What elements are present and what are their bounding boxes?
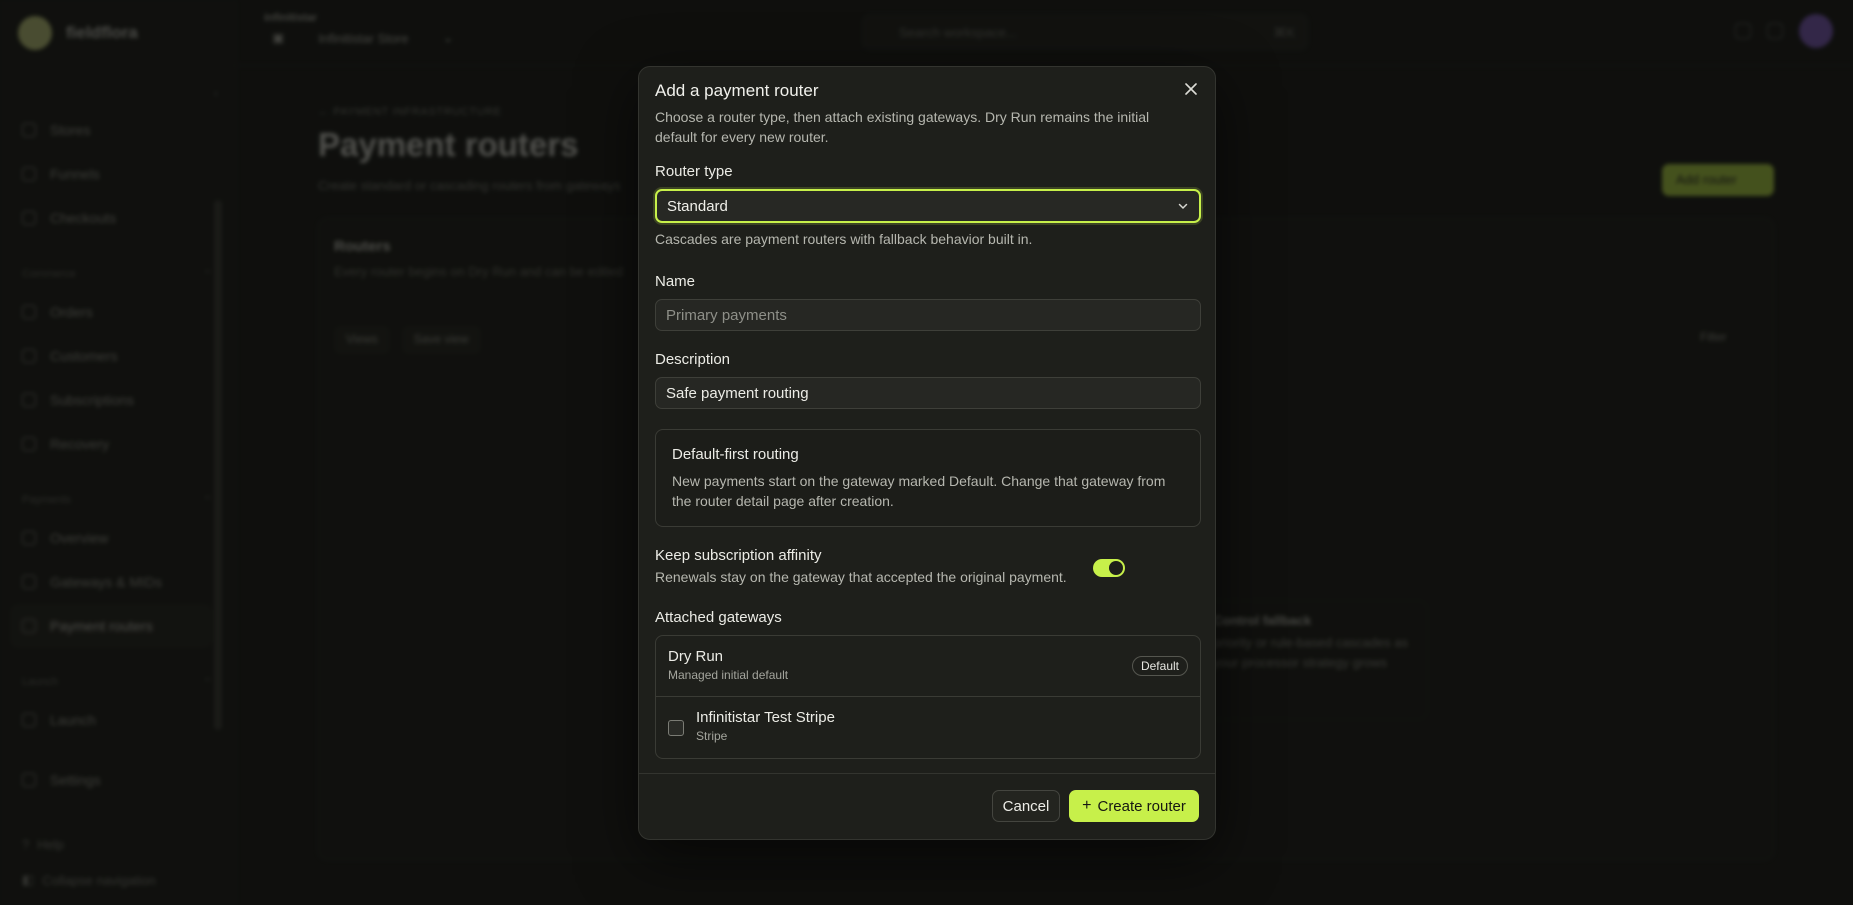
router-type-select[interactable]: Standard: [655, 189, 1201, 223]
toggle-knob: [1109, 561, 1123, 575]
info-title: Default-first routing: [672, 446, 799, 463]
close-button[interactable]: [1181, 79, 1201, 99]
description-input[interactable]: [655, 377, 1201, 409]
router-type-label: Router type: [655, 163, 733, 180]
gateway-list: Dry Run Managed initial default Default …: [655, 635, 1201, 759]
subscription-affinity-toggle[interactable]: [1093, 559, 1125, 577]
gateway-row-dry-run: Dry Run Managed initial default Default: [656, 636, 1200, 697]
dialog-title: Add a payment router: [655, 81, 819, 100]
create-router-button[interactable]: + Create router: [1069, 790, 1199, 822]
gateway-text: Infinitistar Test Stripe Stripe: [696, 709, 835, 743]
cancel-button[interactable]: Cancel: [992, 790, 1060, 822]
affinity-title: Keep subscription affinity: [655, 547, 822, 564]
info-text: New payments start on the gateway marked…: [672, 473, 1166, 509]
create-router-label: Create router: [1097, 797, 1186, 815]
name-input[interactable]: [655, 299, 1201, 331]
add-router-dialog: Add a payment router Choose a router typ…: [638, 66, 1216, 840]
affinity-description: Renewals stay on the gateway that accept…: [655, 569, 1067, 585]
dialog-description: Choose a router type, then attach existi…: [655, 109, 1150, 145]
chevron-down-icon: [1178, 203, 1188, 210]
gateway-row-stripe[interactable]: Infinitistar Test Stripe Stripe: [656, 697, 1200, 758]
default-first-routing-card: Default-first routing New payments start…: [655, 429, 1201, 527]
gateway-subtitle: Managed initial default: [668, 668, 789, 682]
description-label: Description: [655, 351, 731, 368]
plus-icon: +: [1082, 797, 1092, 814]
default-badge: Default: [1131, 656, 1188, 676]
gateway-checkbox[interactable]: [668, 720, 684, 736]
dialog-footer: Cancel + Create router: [639, 773, 1215, 839]
router-type-helper: Cascades are payment routers with fallba…: [655, 231, 1033, 247]
name-label: Name: [655, 273, 696, 290]
gateway-subtitle: Stripe: [696, 729, 728, 743]
close-icon: [1185, 83, 1197, 95]
gateway-name: Infinitistar Test Stripe: [696, 709, 835, 726]
router-type-value: Standard: [667, 197, 728, 215]
attached-gateways-label: Attached gateways: [655, 609, 782, 626]
gateway-name: Dry Run: [668, 648, 724, 665]
